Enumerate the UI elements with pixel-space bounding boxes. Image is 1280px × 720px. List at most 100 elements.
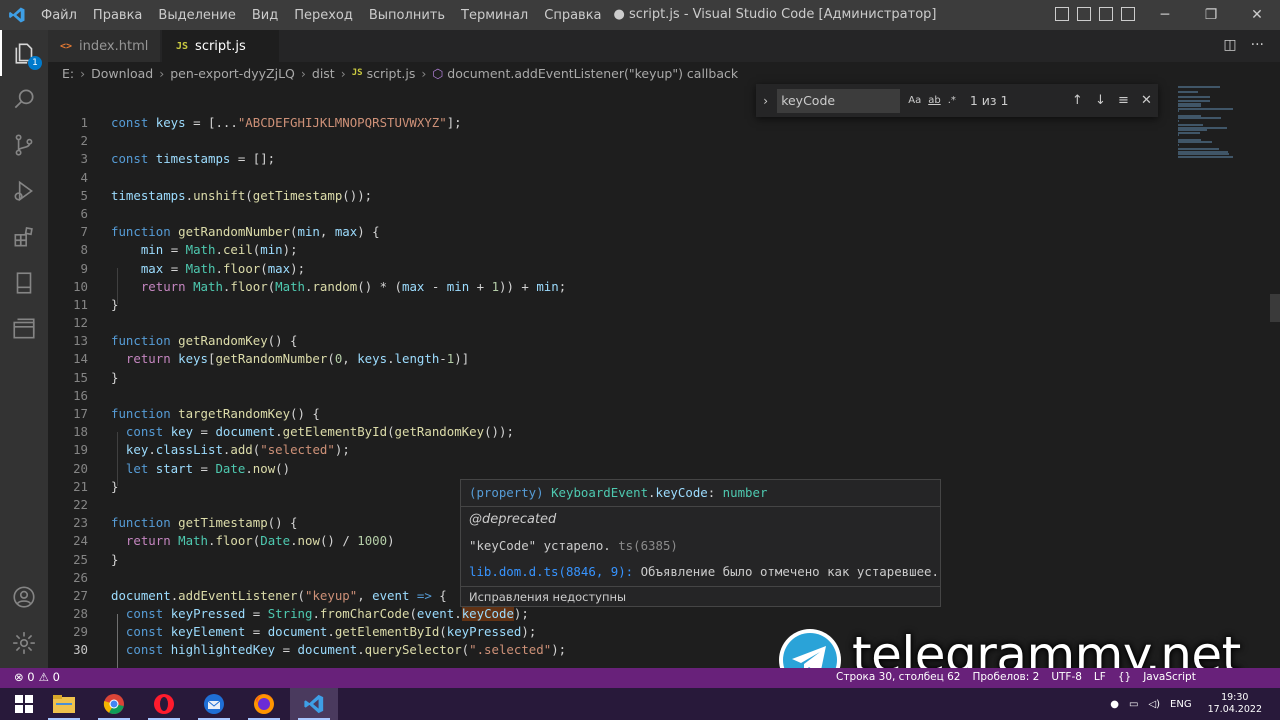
breadcrumb-item[interactable]: E: <box>62 66 74 81</box>
problems-indicator[interactable]: ⊗ 0 ⚠ 0 <box>14 670 60 684</box>
code-line[interactable]: 14 return keys[getRandomNumber(0, keys.l… <box>48 350 1280 368</box>
cursor-position[interactable]: Строка 30, столбец 62 <box>836 671 961 683</box>
code-line[interactable]: 6 <box>48 205 1280 223</box>
split-editor-icon[interactable]: ◫ <box>1223 37 1236 53</box>
breadcrumb-item[interactable]: dist <box>312 66 335 81</box>
code-line[interactable]: 18 const key = document.getElementById(g… <box>48 423 1280 441</box>
search-icon[interactable] <box>0 76 48 122</box>
code-line[interactable]: 20 let start = Date.now() <box>48 460 1280 478</box>
symbol-function-icon: ⬡ <box>432 65 444 81</box>
menu-selection[interactable]: Выделение <box>158 8 235 23</box>
match-case-toggle[interactable]: Aa <box>908 95 921 106</box>
previous-match-icon[interactable]: ↑ <box>1066 93 1089 108</box>
code-line[interactable]: 2 <box>48 132 1280 150</box>
menu-run[interactable]: Выполнить <box>369 8 445 23</box>
code-line[interactable]: 9 max = Math.floor(max); <box>48 260 1280 278</box>
explorer-icon[interactable]: 1 <box>0 30 48 76</box>
breadcrumb-item[interactable]: document.addEventListener("keyup") callb… <box>447 66 738 81</box>
tab-index-html[interactable]: <> index.html <box>48 30 161 62</box>
code-token: min <box>260 242 283 258</box>
breadcrumb-item[interactable]: pen-export-dyyZjLQ <box>170 66 295 81</box>
code-line[interactable]: 15} <box>48 369 1280 387</box>
code-line[interactable]: 16 <box>48 387 1280 405</box>
run-debug-icon[interactable] <box>0 168 48 214</box>
code-token: fromCharCode <box>319 606 410 622</box>
language-braces-icon[interactable]: {} <box>1118 671 1131 683</box>
breadcrumb-item[interactable]: Download <box>91 66 153 81</box>
source-control-icon[interactable] <box>0 122 48 168</box>
find-in-selection-icon[interactable]: ≡ <box>1112 93 1135 108</box>
code-line[interactable]: 8 min = Math.ceil(min); <box>48 241 1280 259</box>
code-token: = <box>245 624 268 640</box>
encoding[interactable]: UTF-8 <box>1051 671 1082 683</box>
find-input[interactable]: keyCode <box>777 88 901 113</box>
line-number: 12 <box>73 315 88 331</box>
code-line[interactable]: 4 <box>48 169 1280 187</box>
hover-message-text: "keyCode" устарело. <box>469 538 611 553</box>
window-controls: ─ ❐ ✕ <box>1142 0 1280 30</box>
manage-gear-icon[interactable] <box>0 620 48 666</box>
chrome-icon[interactable] <box>90 688 138 720</box>
close-window-button[interactable]: ✕ <box>1234 0 1280 30</box>
menu-view[interactable]: Вид <box>252 8 278 23</box>
code-token: key <box>125 442 149 458</box>
next-match-icon[interactable]: ↓ <box>1089 93 1112 108</box>
toggle-secondary-sidebar-icon[interactable] <box>1099 7 1113 21</box>
code-line[interactable]: 5 timestamps.unshift(getTimestamp()); <box>48 187 1280 205</box>
line-ending[interactable]: LF <box>1094 671 1106 683</box>
close-find-icon[interactable]: ✕ <box>1135 93 1158 108</box>
account-icon[interactable] <box>0 574 48 620</box>
breadcrumb-item[interactable]: script.js <box>367 66 416 81</box>
menu-edit[interactable]: Правка <box>93 8 142 23</box>
file-explorer-icon[interactable] <box>40 688 88 720</box>
toggle-panel-icon[interactable] <box>1077 7 1091 21</box>
match-whole-word-toggle[interactable]: ab <box>928 95 940 106</box>
vscode-icon[interactable] <box>290 688 338 720</box>
firefox-icon[interactable] <box>240 688 288 720</box>
tray-volume-icon[interactable]: ◁) <box>1148 699 1160 710</box>
toggle-replace-chevron-icon[interactable]: › <box>756 94 775 108</box>
minimize-button[interactable]: ─ <box>1142 0 1188 30</box>
code-line[interactable]: 12 <box>48 314 1280 332</box>
remote-explorer-icon[interactable] <box>0 306 48 352</box>
code-line[interactable]: 10 return Math.floor(Math.random() * (ma… <box>48 278 1280 296</box>
menu-help[interactable]: Справка <box>544 8 601 23</box>
tray-network-icon[interactable]: ● <box>1110 699 1119 710</box>
clock[interactable]: 19:30 17.04.2022 <box>1208 692 1262 716</box>
minimap[interactable] <box>1176 84 1266 164</box>
tab-script-js[interactable]: JS script.js <box>162 30 280 62</box>
hover-source-link[interactable]: lib.dom.d.ts(8846, 9): <box>469 564 633 579</box>
code-line[interactable]: 19 key.classList.add("selected"); <box>48 441 1280 459</box>
more-actions-icon[interactable]: ··· <box>1251 37 1264 53</box>
toggle-sidebar-icon[interactable] <box>1055 7 1069 21</box>
code-line[interactable]: 13 function getRandomKey() { <box>48 332 1280 350</box>
code-token: = <box>193 424 216 440</box>
code-token: max <box>267 260 291 276</box>
menu-go[interactable]: Переход <box>294 8 353 23</box>
menu-file[interactable]: Файл <box>41 8 77 23</box>
chevron-right-icon: › <box>340 65 346 81</box>
code-line[interactable]: 3 const timestamps = []; <box>48 150 1280 168</box>
vertical-scrollbar-thumb[interactable] <box>1270 294 1280 322</box>
menu-terminal[interactable]: Терминал <box>461 8 528 23</box>
restore-button[interactable]: ❐ <box>1188 0 1234 30</box>
code-line[interactable]: 28 const keyPressed = String.fromCharCod… <box>48 605 1280 623</box>
opera-icon[interactable] <box>140 688 188 720</box>
line-number: 22 <box>73 496 88 512</box>
notebook-icon[interactable] <box>0 260 48 306</box>
thunderbird-icon[interactable] <box>190 688 238 720</box>
language-mode[interactable]: JavaScript <box>1143 671 1196 683</box>
customize-layout-icon[interactable] <box>1121 7 1135 21</box>
indentation[interactable]: Пробелов: 2 <box>973 671 1040 683</box>
language-indicator[interactable]: ENG <box>1170 699 1192 710</box>
code-line[interactable]: 7 function getRandomNumber(min, max) { <box>48 223 1280 241</box>
code-line[interactable]: 17 function targetRandomKey() { <box>48 405 1280 423</box>
extensions-icon[interactable] <box>0 214 48 260</box>
use-regex-toggle[interactable]: .* <box>948 95 956 106</box>
code-line[interactable]: 11} <box>48 296 1280 314</box>
code-token: ); <box>290 260 306 276</box>
code-token: return <box>125 351 179 367</box>
tray-battery-icon[interactable]: ▭ <box>1129 699 1138 710</box>
